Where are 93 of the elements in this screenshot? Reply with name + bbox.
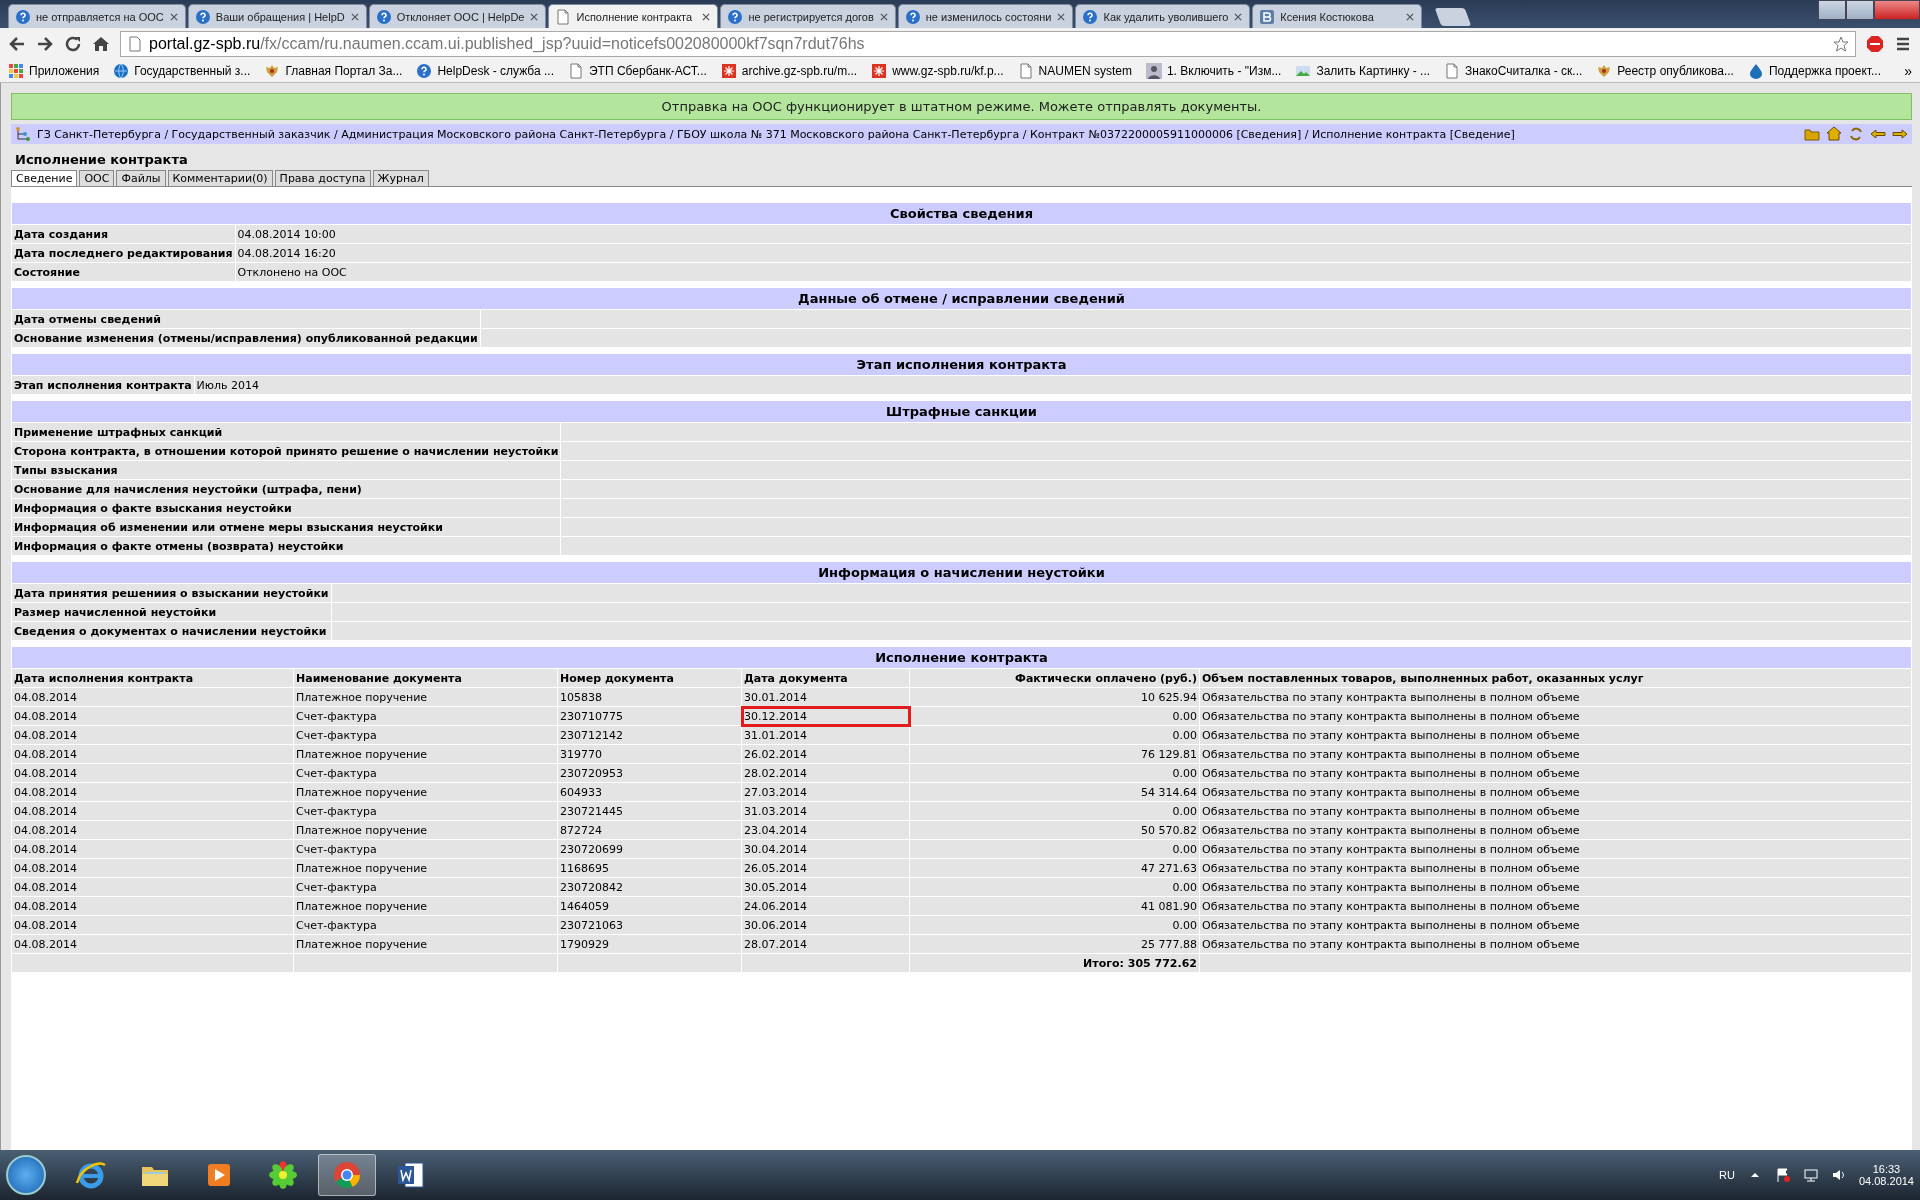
tree-icon xyxy=(15,126,31,142)
document-icon xyxy=(395,1159,427,1191)
bookmark[interactable]: ЗнакоСчиталка - ск... xyxy=(1444,63,1583,79)
page-icon xyxy=(127,36,143,52)
help-icon xyxy=(904,8,921,25)
browser-tab[interactable]: Отклоняет ООС | HelpDe xyxy=(368,4,547,28)
close-button[interactable] xyxy=(1874,0,1920,20)
page-icon xyxy=(1017,63,1034,79)
bookmark[interactable]: Главная Портал За... xyxy=(264,63,403,79)
breadcrumb[interactable]: ГЗ Санкт-Петербурга / Государственный заказчик / Администрация Московского района Санкт-Петербурга / ГБОУ школа № 371 Московского района Санкт-Петербурга / Контракт №0372200005911000006 [Сведения] / Исполнение контракта [Сведение] xyxy=(37,127,1798,141)
page-tab[interactable]: Файлы xyxy=(116,170,166,186)
chrome-icon xyxy=(331,1159,363,1191)
help-icon xyxy=(416,63,433,79)
bookmark[interactable]: 1. Включить - "Изм... xyxy=(1145,63,1282,79)
help-icon xyxy=(15,8,31,25)
bookmark[interactable]: NAUMEN system xyxy=(1017,63,1132,79)
section-header: Информация о начислении неустойки xyxy=(11,559,1912,584)
folder-icon[interactable] xyxy=(1804,126,1820,142)
page-tab[interactable]: Сведение xyxy=(11,170,78,186)
close-icon[interactable] xyxy=(1405,11,1416,22)
start-button[interactable] xyxy=(6,1155,46,1195)
browser-tab[interactable]: Ксения Костюкова xyxy=(1252,4,1423,28)
back-arrow-icon[interactable] xyxy=(8,35,26,53)
section-header: Штрафные санкции xyxy=(11,398,1912,423)
speaker-icon[interactable] xyxy=(1830,1167,1847,1183)
more-bookmarks-button[interactable]: » xyxy=(1904,63,1912,79)
network-icon[interactable] xyxy=(1802,1167,1819,1183)
right-arrow-icon[interactable] xyxy=(1892,126,1908,142)
forward-arrow-icon[interactable] xyxy=(36,35,54,53)
browser-tab[interactable]: не изменилось состояни xyxy=(897,4,1074,28)
page-icon xyxy=(1444,63,1461,79)
page-icon xyxy=(568,63,584,79)
browser-tab[interactable]: Как удалить уволившего xyxy=(1075,4,1251,28)
bookmark[interactable]: ЭТП Сбербанк-АСТ... xyxy=(568,63,707,79)
image-icon xyxy=(1295,63,1312,79)
minimize-button[interactable] xyxy=(1818,0,1846,20)
bookmark[interactable]: Приложения xyxy=(8,63,100,79)
close-icon[interactable] xyxy=(878,11,889,22)
page-tab[interactable]: Журнал xyxy=(372,170,429,186)
stop-sign-icon[interactable] xyxy=(1866,35,1884,53)
page-icon xyxy=(555,8,572,25)
section-header: Исполнение контракта xyxy=(11,644,1912,669)
close-icon[interactable] xyxy=(349,11,360,22)
bookmark[interactable]: www.gz-spb.ru/kf.p... xyxy=(871,63,1004,79)
flower-icon xyxy=(267,1159,299,1191)
close-icon[interactable] xyxy=(1056,11,1067,22)
close-icon[interactable] xyxy=(168,11,179,22)
bookmark[interactable]: archive.gz-spb.ru/m... xyxy=(720,63,858,79)
section-header: Этап исполнения контракта xyxy=(11,351,1912,376)
page-title: Исполнение контракта xyxy=(15,152,189,167)
star-icon[interactable] xyxy=(1833,36,1849,52)
home-icon[interactable] xyxy=(92,35,110,53)
emblem-icon xyxy=(1596,63,1613,79)
bookmark[interactable]: HelpDesk - служба ... xyxy=(416,63,554,79)
browser-tab[interactable]: не отправляется на ООС xyxy=(8,4,186,28)
bookmark[interactable]: Поддержка проект... xyxy=(1747,63,1881,79)
section-header: Свойства сведения xyxy=(11,200,1912,225)
clock[interactable]: 16:33 04.08.2014 xyxy=(1858,1163,1914,1187)
page-tab[interactable]: ООС xyxy=(79,170,115,186)
close-icon[interactable] xyxy=(529,11,540,22)
page-tab[interactable]: Комментарии(0) xyxy=(167,170,273,186)
bookmark[interactable]: Государственный з... xyxy=(113,63,251,79)
drop-icon xyxy=(1747,63,1764,79)
language-indicator[interactable]: RU xyxy=(1719,1169,1735,1181)
menu-icon[interactable] xyxy=(1894,35,1912,53)
emblem-icon xyxy=(264,63,281,79)
status-notice: Отправка на ООС функционирует в штатном режиме. Можете отправлять документы. xyxy=(11,93,1912,120)
browser-tab[interactable]: Исполнение контракта xyxy=(548,4,719,28)
refresh-icon[interactable] xyxy=(1848,126,1864,142)
bookmark[interactable]: Реестр опубликова... xyxy=(1596,63,1734,79)
social-icon xyxy=(1259,8,1276,25)
apps-grid-icon xyxy=(8,63,24,79)
close-icon[interactable] xyxy=(701,11,712,22)
browser-tab[interactable]: Ваши обращения | HelpD xyxy=(187,4,367,28)
maximize-button[interactable] xyxy=(1846,0,1874,20)
left-arrow-icon[interactable] xyxy=(1870,126,1886,142)
page-tab[interactable]: Права доступа xyxy=(274,170,371,186)
avatar-icon xyxy=(1145,63,1162,79)
new-tab-button[interactable] xyxy=(1435,8,1472,26)
reload-icon[interactable] xyxy=(64,35,82,53)
address-bar[interactable]: portal.gz-spb.ru/fx/ccam/ru.naumen.ccam.ui.published_jsp?uuid=noticefs002080000kf7sqn7rdut76hs xyxy=(120,31,1856,57)
close-icon[interactable] xyxy=(1233,11,1244,22)
table-cell: 30.12.2014 xyxy=(741,706,910,726)
globe-icon xyxy=(113,63,130,79)
home-icon[interactable] xyxy=(1826,126,1842,142)
section-header: Данные об отмене / исправлении сведений xyxy=(11,285,1912,310)
bookmark[interactable]: Залить Картинку - ... xyxy=(1295,63,1431,79)
help-icon xyxy=(727,8,744,25)
help-icon xyxy=(194,8,211,25)
help-icon xyxy=(1082,8,1099,25)
browser-e-icon xyxy=(75,1159,107,1191)
browser-tab[interactable]: не регистрируется догов xyxy=(720,4,896,28)
help-icon xyxy=(375,8,392,25)
